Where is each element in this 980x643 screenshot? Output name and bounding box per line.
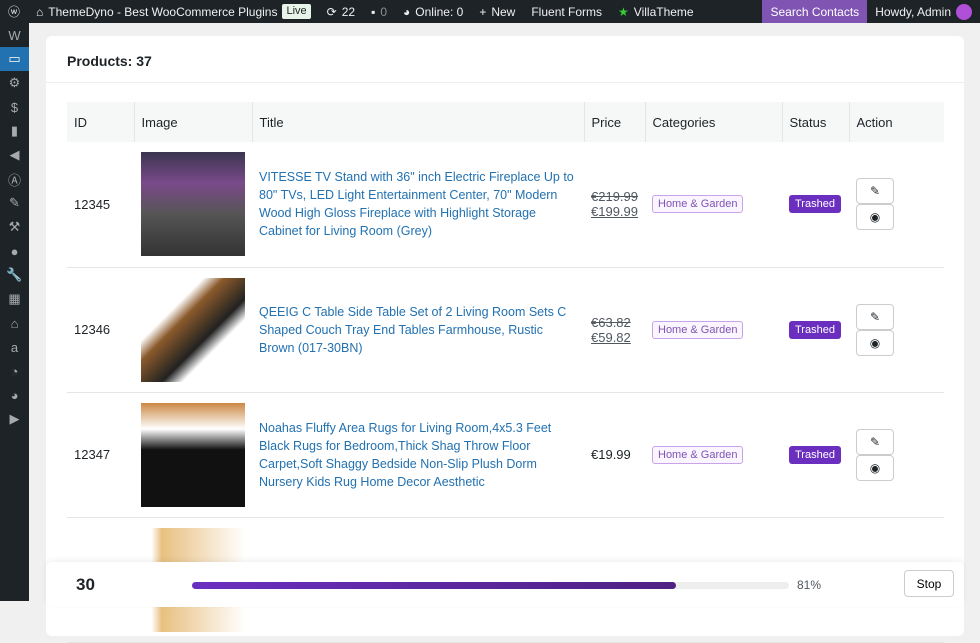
processed-count: 30: [76, 575, 95, 594]
woocommerce-icon[interactable]: W: [0, 23, 29, 47]
col-status: Status: [782, 102, 850, 142]
view-button[interactable]: ◉: [856, 204, 894, 231]
star-icon: ★: [618, 4, 629, 19]
sale-price: €59.82: [591, 329, 631, 345]
pie-icon: ◕: [403, 4, 411, 19]
users-icon[interactable]: ●: [0, 239, 29, 263]
product-id: 12345: [67, 142, 134, 268]
col-price: Price: [584, 102, 646, 142]
home-icon[interactable]: ⌂: [0, 311, 29, 335]
product-id: 12347: [67, 392, 134, 518]
pencil-icon: ✎: [869, 309, 881, 324]
edit-button[interactable]: ✎: [856, 303, 894, 330]
pencil-icon: ✎: [869, 184, 881, 199]
col-id: ID: [67, 102, 135, 142]
plus-icon: +: [479, 4, 487, 19]
col-action: Action: [849, 102, 944, 142]
sale-price: €199.99: [591, 204, 638, 220]
sale-price: €19.99: [591, 447, 631, 462]
status-badge: Trashed: [789, 445, 841, 464]
avatar: [956, 3, 972, 20]
fluent-forms-link[interactable]: Fluent Forms: [523, 0, 610, 23]
category-badge[interactable]: Home & Garden: [652, 445, 744, 464]
live-badge: Live: [282, 4, 311, 19]
col-image: Image: [134, 102, 253, 142]
grid-icon[interactable]: ▦: [0, 287, 29, 311]
eye-icon: ◉: [869, 210, 881, 225]
progress-fill: [192, 582, 676, 589]
view-button[interactable]: ◉: [856, 329, 894, 356]
pie-icon[interactable]: ◔: [0, 359, 29, 383]
eye-icon: ◉: [869, 335, 881, 350]
plugin-icon[interactable]: ⚒: [0, 215, 29, 239]
brush-icon[interactable]: ✎: [0, 191, 29, 215]
edit-button[interactable]: ✎: [856, 178, 894, 205]
gear-icon[interactable]: ⚙: [0, 71, 29, 95]
online-link[interactable]: ◕ Online: 0: [395, 0, 471, 23]
home-icon: ⌂: [36, 4, 44, 19]
status-badge: Trashed: [789, 195, 841, 214]
progress-label: 81%: [797, 578, 822, 592]
category-badge[interactable]: Home & Garden: [652, 195, 744, 214]
edit-button[interactable]: ✎: [856, 428, 894, 455]
wordpress-logo-icon[interactable]: ⓦ: [0, 0, 28, 23]
col-title: Title: [252, 102, 585, 142]
amazon-icon[interactable]: a: [0, 335, 29, 359]
site-name-link[interactable]: ⌂ ThemeDyno - Best WooCommerce Plugins Liv…: [28, 0, 319, 23]
product-title-link[interactable]: VITESSE TV Stand with 36" inch Electric …: [259, 170, 574, 238]
admin-bar: ⓦ ⌂ ThemeDyno - Best WooCommerce Plugins L…: [0, 0, 980, 23]
product-image: [141, 277, 245, 382]
comment-icon: ▪: [371, 4, 376, 19]
product-image: [141, 402, 245, 507]
category-badge[interactable]: Home & Garden: [652, 320, 744, 339]
search-contacts-button[interactable]: Search Contacts: [762, 0, 868, 23]
progress-footer: 30 81% Stop: [46, 562, 964, 607]
refresh-icon: ⟳: [326, 4, 337, 19]
dollar-icon[interactable]: $: [0, 95, 29, 119]
astra-icon[interactable]: Ⓐ: [0, 167, 29, 191]
page-title: Products: 37: [46, 36, 964, 83]
updates-link[interactable]: ⟳ 22: [319, 0, 363, 23]
regular-price: €219.99: [591, 189, 638, 205]
col-categories: Categories: [645, 102, 783, 142]
villatheme-link[interactable]: ★ VillaTheme: [610, 0, 702, 23]
play-icon[interactable]: ▶: [0, 407, 29, 431]
progress-bar: [192, 582, 789, 589]
product-image: [141, 152, 245, 257]
table-row: 12346 QEEIG C Table Side Table Set of 2 …: [67, 267, 944, 393]
chart-icon[interactable]: ▮: [0, 119, 29, 143]
table-row: 12345 VITESSE TV Stand with 36" inch Ele…: [67, 142, 944, 268]
product-title-link[interactable]: QEEIG C Table Side Table Set of 2 Living…: [259, 305, 566, 355]
pie-icon[interactable]: ◕: [0, 383, 29, 407]
view-button[interactable]: ◉: [856, 454, 894, 481]
stop-button[interactable]: Stop: [904, 570, 954, 597]
regular-price: €63.82: [591, 314, 631, 330]
products-panel: Products: 37 ID Image Title Price Catego…: [46, 36, 964, 643]
archive-icon[interactable]: ▭: [0, 47, 29, 71]
new-link[interactable]: + New: [471, 0, 523, 23]
product-title-link[interactable]: Noahas Fluffy Area Rugs for Living Room,…: [259, 421, 551, 489]
comments-link[interactable]: ▪ 0: [363, 0, 395, 23]
eye-icon: ◉: [869, 460, 881, 475]
megaphone-icon[interactable]: ◀: [0, 143, 29, 167]
table-row: 12347 Noahas Fluffy Area Rugs for Living…: [67, 392, 944, 518]
product-id: 12346: [67, 267, 134, 393]
account-menu[interactable]: Howdy, Admin: [867, 0, 980, 23]
pencil-icon: ✎: [869, 434, 881, 449]
status-badge: Trashed: [789, 320, 841, 339]
wrench-icon[interactable]: 🔧: [0, 263, 29, 287]
admin-sidebar: W ▭ ⚙ $ ▮ ◀ Ⓐ ✎ ⚒ ● 🔧 ▦ ⌂ a ◔ ◕ ▶: [0, 23, 29, 601]
